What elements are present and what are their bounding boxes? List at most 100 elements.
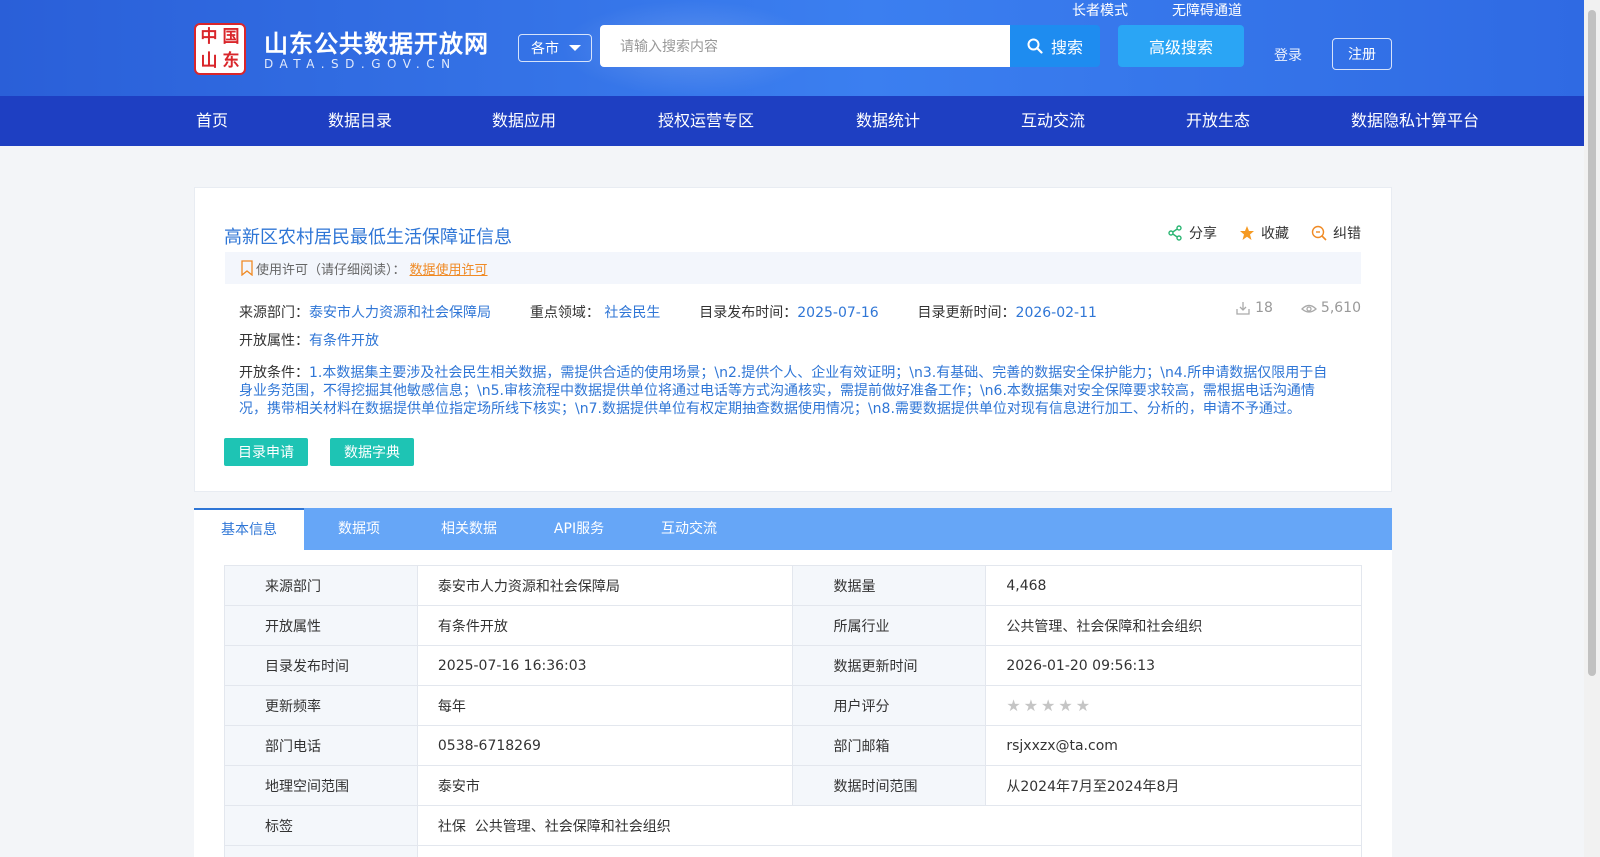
open-attribute: 开放属性：有条件开放 xyxy=(239,330,379,350)
row-label: 开放属性 xyxy=(224,605,418,646)
row-value: 2025-07-16 16:36:03 xyxy=(416,645,794,686)
star-icon[interactable]: ★ xyxy=(1076,696,1093,715)
table-row: 目录发布时间 2025-07-16 16:36:03 数据更新时间 2026-0… xyxy=(224,645,1362,686)
nav-item-interaction[interactable]: 互动交流 xyxy=(1021,96,1085,146)
data-dictionary-button[interactable]: 数据字典 xyxy=(330,438,414,466)
site-title[interactable]: 山东公共数据开放网 xyxy=(264,24,489,59)
row-label: 数据量 xyxy=(792,565,987,606)
region-select[interactable]: 各市 xyxy=(518,34,592,62)
bookmark-icon xyxy=(241,260,253,276)
search-button-label: 搜索 xyxy=(1050,38,1083,57)
row-label: 更新频率 xyxy=(224,685,418,726)
search-input[interactable]: 请输入搜索内容 xyxy=(600,25,1010,67)
row-value: 0538-6718269 xyxy=(416,725,794,766)
conditions-label: 开放条件： xyxy=(239,365,309,381)
publish-date-label: 目录发布时间： xyxy=(699,305,798,321)
rating-stars[interactable]: ★★★★★ xyxy=(1006,696,1093,715)
dataset-card: 高新区农村居民最低生活保障证信息 分享 收藏 纠错 使用许可（请仔细阅读）： 数… xyxy=(194,187,1392,492)
tab-api-service[interactable]: API服务 xyxy=(524,508,634,550)
page-scrollbar[interactable] xyxy=(1584,0,1600,857)
conditions-text: 1.本数据集主要涉及社会民生相关数据，需提供合适的使用场景；\n2.提供个人、企… xyxy=(239,365,1328,417)
eye-icon xyxy=(1300,304,1317,313)
nav-item-ecosystem[interactable]: 开放生态 xyxy=(1186,96,1250,146)
key-field-label: 重点领域： xyxy=(529,305,600,321)
favorite-button[interactable]: 收藏 xyxy=(1239,223,1289,243)
caret-down-icon xyxy=(569,45,581,51)
row-value: 泰安市人力资源和社会保障局 xyxy=(416,565,794,606)
open-attr-label: 开放属性： xyxy=(239,333,309,349)
source-dept-value[interactable]: 泰安市人力资源和社会保障局 xyxy=(309,305,491,321)
correct-label: 纠错 xyxy=(1333,226,1361,242)
search-button[interactable]: 搜索 xyxy=(1010,25,1100,67)
license-bar: 使用许可（请仔细阅读）： 数据使用许可 xyxy=(225,252,1361,284)
search-icon xyxy=(1027,38,1043,54)
tab-related-data[interactable]: 相关数据 xyxy=(414,508,524,550)
open-conditions: 开放条件：1.本数据集主要涉及社会民生相关数据，需提供合适的使用场景；\n2.提… xyxy=(239,364,1329,418)
detail-tabs: 基本信息 数据项 相关数据 API服务 互动交流 xyxy=(194,508,1392,550)
basic-info-table: 来源部门 泰安市人力资源和社会保障局 数据量 4,468 开放属性 有条件开放 … xyxy=(224,565,1363,857)
nav-item-catalog[interactable]: 数据目录 xyxy=(328,96,392,146)
share-label: 分享 xyxy=(1189,226,1217,242)
star-icon[interactable]: ★ xyxy=(1024,696,1041,715)
dataset-stats: 18 5,610 xyxy=(1235,300,1361,316)
license-link[interactable]: 数据使用许可 xyxy=(410,259,488,278)
nav-item-home[interactable]: 首页 xyxy=(196,96,228,146)
site-header: 中 国 山 东 山东公共数据开放网 DATA.SD.GOV.CN 各市 请输入搜… xyxy=(0,0,1584,96)
nav-item-statistics[interactable]: 数据统计 xyxy=(856,96,920,146)
share-button[interactable]: 分享 xyxy=(1167,223,1217,243)
source-dept-label: 来源部门： xyxy=(239,305,309,321)
table-row: 来源部门 泰安市人力资源和社会保障局 数据量 4,468 xyxy=(224,565,1362,606)
user-rating: ★★★★★ xyxy=(985,685,1362,726)
dataset-title: 高新区农村居民最低生活保障证信息 xyxy=(224,227,512,248)
row-value: 从2024年7月至2024年8月 xyxy=(985,765,1362,806)
seal-char: 东 xyxy=(222,51,240,71)
row-label: 数据更新时间 xyxy=(792,645,987,686)
advanced-search-button[interactable]: 高级搜索 xyxy=(1118,25,1244,67)
elder-mode-link[interactable]: 长者模式 xyxy=(1072,0,1128,20)
dataset-meta: 来源部门：泰安市人力资源和社会保障局 重点领域： 社会民生 目录发布时间：202… xyxy=(239,302,1097,322)
row-label: 来源部门 xyxy=(224,565,418,606)
row-label: 地理空间范围 xyxy=(224,765,418,806)
row-value: rsjxxzx@ta.com xyxy=(985,725,1362,766)
row-value xyxy=(416,845,1363,857)
row-label: 目录发布时间 xyxy=(224,645,418,686)
favorite-label: 收藏 xyxy=(1261,226,1289,242)
open-attr-value: 有条件开放 xyxy=(309,333,379,349)
scrollbar-thumb[interactable] xyxy=(1588,10,1596,676)
tags-value: 社保 公共管理、社会保障和社会组织 xyxy=(416,805,1363,846)
table-row: 标签 社保 公共管理、社会保障和社会组织 xyxy=(224,805,1363,846)
nav-item-apps[interactable]: 数据应用 xyxy=(492,96,556,146)
accessibility-link[interactable]: 无障碍通道 xyxy=(1172,0,1242,20)
star-icon[interactable]: ★ xyxy=(1006,696,1023,715)
row-label: 部门电话 xyxy=(224,725,418,766)
correction-icon xyxy=(1311,225,1327,241)
key-field-value[interactable]: 社会民生 xyxy=(604,305,660,321)
nav-item-privacy-computing[interactable]: 数据隐私计算平台 xyxy=(1351,96,1479,146)
publish-date-value: 2025-07-16 xyxy=(797,305,879,321)
dataset-actions: 分享 收藏 纠错 xyxy=(1167,223,1361,243)
row-value: 每年 xyxy=(416,685,794,726)
star-icon[interactable]: ★ xyxy=(1058,696,1075,715)
catalog-apply-button[interactable]: 目录申请 xyxy=(224,438,308,466)
logo-seal[interactable]: 中 国 山 东 xyxy=(194,23,246,75)
correct-button[interactable]: 纠错 xyxy=(1311,223,1361,243)
tab-basic-info[interactable]: 基本信息 xyxy=(194,508,304,550)
view-count-value: 5,610 xyxy=(1320,300,1361,316)
search-placeholder: 请输入搜索内容 xyxy=(620,39,718,55)
tab-data-items[interactable]: 数据项 xyxy=(304,508,414,550)
seal-char: 国 xyxy=(222,27,240,47)
table-row: 开放属性 有条件开放 所属行业 公共管理、社会保障和社会组织 xyxy=(224,605,1362,646)
download-count-value: 18 xyxy=(1255,300,1273,316)
table-row: 地理空间范围 泰安市 数据时间范围 从2024年7月至2024年8月 xyxy=(224,765,1362,806)
login-link[interactable]: 登录 xyxy=(1274,45,1302,65)
register-button[interactable]: 注册 xyxy=(1332,38,1392,70)
row-value: 4,468 xyxy=(985,565,1362,606)
nav-item-authorized-ops[interactable]: 授权运营专区 xyxy=(658,96,754,146)
row-label: 用户评分 xyxy=(792,685,987,726)
license-label: 使用许可（请仔细阅读）： xyxy=(256,262,406,278)
row-value: 泰安市 xyxy=(416,765,794,806)
main-nav: 首页 数据目录 数据应用 授权运营专区 数据统计 互动交流 开放生态 数据隐私计… xyxy=(0,96,1584,146)
row-label: 部门邮箱 xyxy=(792,725,987,766)
star-icon[interactable]: ★ xyxy=(1041,696,1058,715)
tab-interaction[interactable]: 互动交流 xyxy=(634,508,744,550)
